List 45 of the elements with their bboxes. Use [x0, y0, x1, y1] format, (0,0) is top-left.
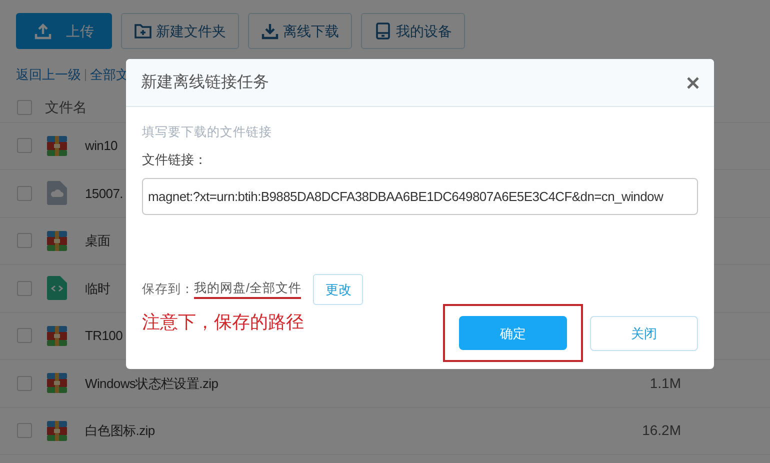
- change-button[interactable]: 更改: [313, 274, 364, 306]
- column-header: 文件名: [45, 98, 87, 116]
- row-checkbox[interactable]: [17, 328, 32, 344]
- toolbar-button[interactable]: 新建文件夹: [121, 13, 239, 49]
- upload-icon: [34, 22, 52, 40]
- dialog-title: 新建离线链接任务: [141, 72, 269, 92]
- save-path: 我的网盘/全部文件: [194, 280, 302, 300]
- file-name[interactable]: TR100: [85, 326, 123, 346]
- file-name[interactable]: win10: [85, 136, 118, 156]
- confirm-button[interactable]: 确定: [459, 316, 567, 350]
- annotation-text: 注意下，保存的路径: [142, 311, 304, 334]
- archive-icon: [47, 230, 67, 251]
- file-name[interactable]: 白色图标.zip: [85, 421, 155, 440]
- save-label: 保存到：: [142, 281, 194, 298]
- archive-icon: [47, 326, 67, 346]
- file-name[interactable]: 桌面: [85, 231, 110, 250]
- toolbar-button[interactable]: 离线下载: [248, 13, 352, 49]
- file-name[interactable]: 15007.: [85, 184, 123, 203]
- back-link[interactable]: 返回上一级: [16, 65, 81, 84]
- row-checkbox[interactable]: [17, 423, 32, 438]
- link-label: 文件链接：: [142, 150, 208, 169]
- row-checkbox[interactable]: [17, 376, 32, 391]
- archive-icon: [47, 373, 67, 394]
- file-size: 1.1M: [650, 374, 681, 393]
- device-icon: [374, 22, 392, 40]
- close-button[interactable]: 关闭: [590, 316, 698, 352]
- file-name[interactable]: Windows状态栏设置.zip: [85, 374, 218, 393]
- row-checkbox[interactable]: [17, 280, 32, 296]
- folder-plus-icon: [134, 22, 152, 40]
- close-icon[interactable]: [687, 76, 699, 88]
- file-size: 16.2M: [642, 421, 681, 440]
- download-icon: [261, 22, 279, 40]
- code-file-icon: [47, 276, 67, 300]
- archive-icon: [47, 136, 67, 156]
- row-checkbox[interactable]: [17, 138, 32, 154]
- select-all-checkbox[interactable]: [17, 100, 32, 114]
- toolbar-button[interactable]: 上传: [16, 13, 112, 49]
- archive-icon: [47, 420, 67, 441]
- row-checkbox[interactable]: [17, 186, 32, 201]
- cloud-file-icon: [47, 181, 67, 206]
- row-checkbox[interactable]: [17, 233, 32, 248]
- file-name[interactable]: 临时: [85, 278, 110, 298]
- toolbar-button[interactable]: 我的设备: [361, 13, 465, 49]
- link-field[interactable]: magnet:?xt=urn:btih:B9885DA8DCFA38DBAA6BE1DC649807A6E5E3C4CF&dn=cn_window: [142, 178, 698, 216]
- hint-text: 填写要下载的文件链接: [142, 124, 273, 141]
